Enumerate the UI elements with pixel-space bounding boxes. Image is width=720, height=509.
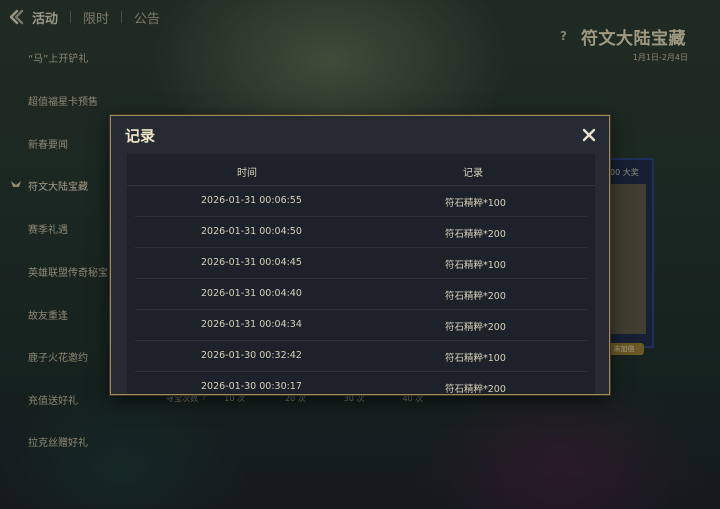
cell-time: 2026-01-31 00:04:50 [201,226,302,237]
cell-time: 2026-01-30 00:32:42 [201,350,302,361]
table-row: 2026-01-31 00:04:34 符石精粹*200 [135,310,587,341]
column-header-record: 记录 [463,168,483,179]
scrollbar[interactable] [593,186,595,394]
cell-record: 符石精粹*200 [445,291,506,302]
cell-time: 2026-01-31 00:04:45 [201,257,302,268]
record-dialog: 记录 时间 记录 2026-01-31 00:06:55 符石精粹*100 20… [110,115,610,395]
table-row: 2026-01-31 00:04:45 符石精粹*100 [135,248,587,279]
table-row: 2026-01-30 00:32:42 符石精粹*100 [135,341,587,372]
record-table[interactable]: 时间 记录 2026-01-31 00:06:55 符石精粹*100 2026-… [127,154,595,395]
cell-time: 2026-01-31 00:04:34 [201,319,302,330]
table-row: 2026-01-31 00:04:50 符石精粹*200 [135,217,587,248]
table-header: 时间 记录 [127,154,595,186]
cell-time: 2026-01-31 00:04:40 [201,288,302,299]
cell-record: 符石精粹*200 [445,322,506,333]
close-icon[interactable] [581,127,597,143]
table-row: 2026-01-31 00:06:55 符石精粹*100 [135,186,587,217]
dialog-title: 记录 [125,127,156,145]
cell-record: 符石精粹*200 [445,384,506,395]
cell-record: 符石精粹*200 [445,229,506,240]
cell-time: 2026-01-31 00:06:55 [201,195,302,206]
table-row: 2026-01-30 00:30:17 符石精粹*200 [135,372,587,395]
column-header-time: 时间 [237,168,257,179]
cell-record: 符石精粹*100 [445,353,506,364]
cell-record: 符石精粹*100 [445,198,506,209]
cell-record: 符石精粹*100 [445,260,506,271]
cell-time: 2026-01-30 00:30:17 [201,381,302,392]
table-row: 2026-01-31 00:04:40 符石精粹*200 [135,279,587,310]
